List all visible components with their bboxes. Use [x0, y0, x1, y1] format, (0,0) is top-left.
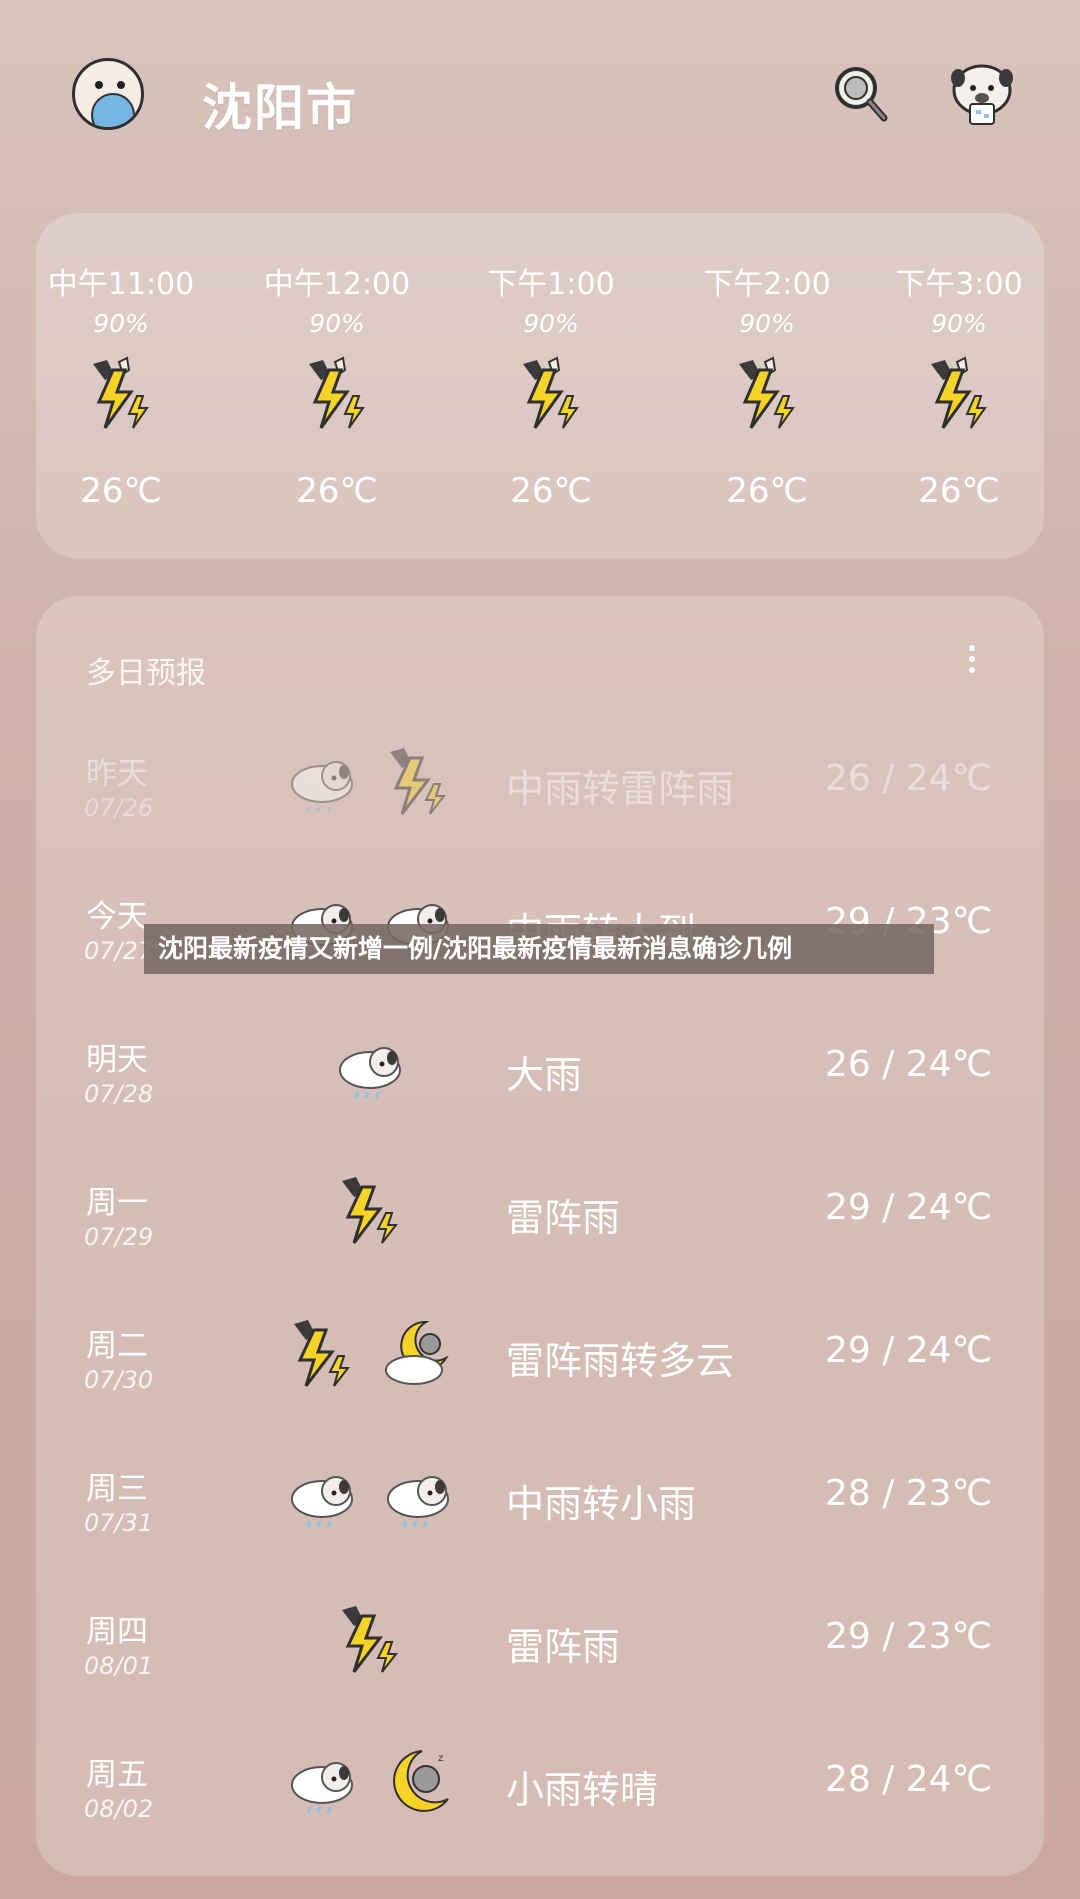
daily-row[interactable]: 周四 08/01 雷阵雨 29 / 23℃ — [36, 1594, 1044, 1724]
day-date: 07/26 — [84, 794, 154, 822]
headline-banner[interactable]: 沈阳最新疫情又新增一例/沈阳最新疫情最新消息确诊几例 — [144, 924, 934, 974]
precip-chance: 90% — [309, 309, 365, 338]
day-date: 07/28 — [84, 1080, 154, 1108]
hour-temp: 26℃ — [296, 471, 378, 511]
day-label: 周一 — [86, 1185, 148, 1221]
daily-row[interactable]: 周一 07/29 雷阵雨 29 / 24℃ — [36, 1165, 1044, 1295]
day-date: 08/02 — [84, 1795, 154, 1823]
more-options-icon[interactable] — [962, 640, 982, 680]
thunderstorm-icon — [923, 356, 995, 436]
rain-cloud-icon — [286, 746, 358, 818]
hour-item: 下午3:00 90% 26℃ — [874, 213, 1044, 558]
rain-cloud-icon — [382, 1461, 454, 1533]
hour-time: 下午2:00 — [703, 267, 831, 302]
thunderstorm-icon — [515, 356, 587, 436]
hour-time: 下午1:00 — [487, 267, 615, 302]
day-label: 明天 — [86, 1042, 148, 1078]
thunderstorm-icon — [382, 746, 454, 818]
temp-range: 26 / 24℃ — [824, 1044, 992, 1085]
day-label: 周三 — [86, 1471, 148, 1507]
day-date: 07/31 — [84, 1509, 154, 1537]
moon-icon — [382, 1747, 454, 1819]
thunderstorm-icon — [286, 1318, 358, 1390]
temp-range: 29 / 24℃ — [824, 1330, 992, 1371]
day-label: 昨天 — [86, 756, 148, 792]
rain-cloud-icon — [334, 1032, 406, 1104]
hour-item: 中午12:00 90% 26℃ — [252, 213, 422, 558]
day-date: 07/29 — [84, 1223, 154, 1251]
app-header: 沈阳市 — [0, 0, 1080, 200]
thunderstorm-icon — [85, 356, 157, 436]
weather-desc: 雷阵雨 — [506, 1196, 621, 1240]
daily-row[interactable]: 昨天 07/26 中雨转雷阵雨 26 / 24℃ — [36, 736, 1044, 866]
hour-temp: 26℃ — [918, 471, 1000, 511]
weather-desc: 小雨转晴 — [506, 1768, 659, 1812]
daily-forecast-title: 多日预报 — [86, 656, 206, 691]
day-label: 周四 — [86, 1614, 148, 1650]
temp-range: 28 / 24℃ — [824, 1759, 992, 1800]
hour-time: 中午12:00 — [263, 267, 411, 302]
hourly-forecast-card[interactable]: 中午11:00 90% 26℃ 中午12:00 90% 26℃ 下午1:00 9… — [36, 213, 1044, 558]
weather-desc: 中雨转雷阵雨 — [506, 767, 735, 811]
rain-cloud-icon — [286, 1747, 358, 1819]
hour-temp: 26℃ — [510, 471, 592, 511]
day-date: 08/01 — [84, 1652, 154, 1680]
multi-day-forecast-card: 多日预报 昨天 07/26 中雨转雷阵雨 26 / 24℃ 今天 07/27 2… — [36, 596, 1044, 1876]
precip-chance: 90% — [93, 309, 149, 338]
daily-row[interactable]: 明天 07/28 大雨 26 / 24℃ — [36, 1022, 1044, 1152]
pug-avatar-icon[interactable] — [72, 58, 144, 130]
weather-desc: 雷阵雨转多云 — [506, 1339, 735, 1383]
day-label: 今天 — [86, 899, 148, 935]
hour-time: 中午11:00 — [47, 267, 195, 302]
daily-row[interactable]: 周二 07/30 雷阵雨转多云 29 / 24℃ — [36, 1308, 1044, 1438]
thunderstorm-icon — [334, 1604, 406, 1676]
pug-profile-icon[interactable] — [946, 58, 1018, 130]
thunderstorm-icon — [334, 1175, 406, 1247]
hour-temp: 26℃ — [80, 471, 162, 511]
day-date: 07/27 — [84, 937, 154, 965]
day-label: 周二 — [86, 1328, 148, 1364]
weather-desc: 雷阵雨 — [506, 1625, 621, 1669]
temp-range: 26 / 24℃ — [824, 758, 992, 799]
hour-item: 中午11:00 90% 26℃ — [36, 213, 206, 558]
temp-range: 29 / 24℃ — [824, 1187, 992, 1228]
moon-cloud-icon — [382, 1318, 454, 1390]
temp-range: 29 / 23℃ — [824, 1616, 992, 1657]
thunderstorm-icon — [731, 356, 803, 436]
thunderstorm-icon — [301, 356, 373, 436]
temp-range: 28 / 23℃ — [824, 1473, 992, 1514]
hour-item: 下午2:00 90% 26℃ — [682, 213, 852, 558]
weather-desc: 中雨转小雨 — [506, 1482, 697, 1526]
precip-chance: 90% — [931, 309, 987, 338]
precip-chance: 90% — [523, 309, 579, 338]
daily-row[interactable]: 周三 07/31 中雨转小雨 28 / 23℃ — [36, 1451, 1044, 1581]
day-date: 07/30 — [84, 1366, 154, 1394]
hour-item: 下午1:00 90% 26℃ — [466, 213, 636, 558]
search-icon[interactable] — [826, 60, 890, 124]
precip-chance: 90% — [739, 309, 795, 338]
weather-desc: 大雨 — [506, 1053, 583, 1097]
hour-temp: 26℃ — [726, 471, 808, 511]
rain-cloud-icon — [286, 1461, 358, 1533]
daily-row[interactable]: 周五 08/02 小雨转晴 28 / 24℃ — [36, 1737, 1044, 1867]
hour-time: 下午3:00 — [895, 267, 1023, 302]
day-label: 周五 — [86, 1757, 148, 1793]
city-title[interactable]: 沈阳市 — [202, 68, 358, 140]
